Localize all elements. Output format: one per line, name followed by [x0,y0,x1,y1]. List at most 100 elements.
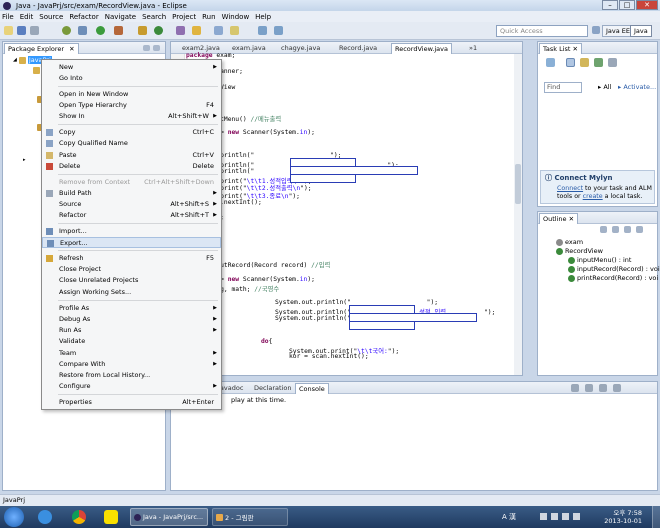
maximize-button[interactable]: □ [619,0,635,10]
ie-icon[interactable] [38,510,52,524]
hide-fields-icon[interactable] [612,226,619,233]
categorized-icon[interactable] [566,58,575,67]
close-icon[interactable]: ✕ [569,215,574,223]
skip-icon[interactable] [78,26,87,35]
tray-network-icon[interactable] [551,513,558,520]
save-icon[interactable] [17,26,26,35]
context-menu-item-export[interactable]: Export... [42,237,221,248]
system-clock[interactable]: 오후 7:58 2013-10-01 [604,509,642,525]
new-package-icon[interactable] [138,26,147,35]
new-icon[interactable] [4,26,13,35]
close-icon[interactable]: ✕ [573,45,578,53]
console-clear-icon[interactable] [571,384,579,392]
edit-icon[interactable] [214,26,223,35]
context-menu-item-restore-from-local-history[interactable]: Restore from Local History... [42,370,221,381]
mylyn-create-link[interactable]: create [583,193,603,200]
tray-flag-icon[interactable] [540,513,547,520]
new-task-icon[interactable] [546,58,555,67]
menu-window[interactable]: Window [222,13,250,21]
tray-battery-icon[interactable] [573,513,580,520]
expand-arrow-icon[interactable]: ◢ [13,57,17,63]
outline-item[interactable]: inputMenu() : int [568,256,631,264]
tab-outline[interactable]: Outline ✕ [539,213,579,224]
context-menu-item-new[interactable]: New ▶ [42,62,221,73]
back-icon[interactable] [258,26,267,35]
context-menu-item-close-unrelated-projects[interactable]: Close Unrelated Projects [42,275,221,286]
ime-indicator[interactable]: A 漢 [502,512,516,522]
context-menu-item-show-in[interactable]: Show In Alt+Shift+W ▶ [42,111,221,122]
editor-scroll-thumb[interactable] [515,164,521,204]
console-open-icon[interactable] [613,384,621,392]
context-menu-item-profile-as[interactable]: Profile As ▶ [42,303,221,314]
annotation-icon[interactable] [230,26,239,35]
context-menu-item-go-into[interactable]: Go Into [42,73,221,84]
menu-navigate[interactable]: Navigate [105,13,136,21]
editor-tab[interactable]: Record.java [336,43,380,54]
run-icon[interactable] [96,26,105,35]
show-desktop-button[interactable] [652,506,660,528]
forward-icon[interactable] [274,26,283,35]
task-find-input[interactable]: Find [544,82,582,93]
context-menu-item-import[interactable]: Import... [42,226,221,237]
tab-console[interactable]: Console [295,383,329,394]
tab-task-list[interactable]: Task List ✕ [539,43,582,54]
scheduled-icon[interactable] [580,58,589,67]
tab-package-explorer[interactable]: Package Explorer ✕ [4,43,79,54]
context-menu-item-open-in-new-window[interactable]: Open in New Window [42,89,221,100]
context-menu-item-copy-qualified-name[interactable]: Copy Qualified Name [42,138,221,149]
context-menu-item-refactor[interactable]: Refactor Alt+Shift+T ▶ [42,210,221,221]
taskbar-eclipse-button[interactable]: Java - JavaPrj/src... [130,508,208,526]
menu-edit[interactable]: Edit [20,13,34,21]
menu-run[interactable]: Run [202,13,215,21]
context-menu-item-paste[interactable]: Paste Ctrl+V [42,150,221,161]
mylyn-connect-link[interactable]: Connect [557,185,583,192]
hide-completed-icon[interactable] [594,58,603,67]
menu-refactor[interactable]: Refactor [69,13,98,21]
task-filter-all[interactable]: ▸ All [598,83,611,91]
outline-item[interactable]: RecordView [556,247,603,255]
context-menu-item-source[interactable]: Source Alt+Shift+S ▶ [42,199,221,210]
print-icon[interactable] [30,26,39,35]
editor-scrollbar[interactable] [514,54,522,375]
context-menu-item-team[interactable]: Team ▶ [42,348,221,359]
context-menu-item-delete[interactable]: Delete Delete [42,161,221,172]
hide-nonpublic-icon[interactable] [636,226,643,233]
external-tools-icon[interactable] [114,26,123,35]
menu-source[interactable]: Source [39,13,63,21]
close-button[interactable]: ✕ [636,0,658,10]
chrome-icon[interactable] [72,510,86,524]
start-button[interactable] [4,507,24,527]
kakaotalk-icon[interactable] [104,510,118,524]
search-icon[interactable] [192,26,201,35]
outline-item[interactable]: exam [556,238,583,246]
context-menu-item-assign-working-sets[interactable]: Assign Working Sets... [42,287,221,298]
sort-icon[interactable] [600,226,607,233]
outline-item[interactable]: inputRecord(Record) : voi [568,265,660,273]
context-menu-item-build-path[interactable]: Build Path ▶ [42,188,221,199]
tray-volume-icon[interactable] [562,513,569,520]
menu-search[interactable]: Search [142,13,166,21]
minimize-view-icon[interactable] [143,45,150,51]
context-menu-item-compare-with[interactable]: Compare With ▶ [42,359,221,370]
collapse-all-icon[interactable] [608,58,617,67]
minimize-button[interactable]: – [602,0,618,10]
editor-tab[interactable]: chagye.java [278,43,323,54]
editor-tab[interactable]: »1 [466,43,480,54]
context-menu-item-properties[interactable]: Properties Alt+Enter [42,397,221,408]
context-menu-item-open-type-hierarchy[interactable]: Open Type Hierarchy F4 [42,100,221,111]
outline-item[interactable]: printRecord(Record) : voi [568,274,658,282]
hide-static-icon[interactable] [624,226,631,233]
open-perspective-icon[interactable] [592,26,600,34]
collapse-arrow-icon[interactable]: ▸ [23,157,26,163]
open-type-icon[interactable] [176,26,185,35]
context-menu-item-run-as[interactable]: Run As ▶ [42,325,221,336]
context-menu-item-configure[interactable]: Configure ▶ [42,381,221,392]
task-activate-link[interactable]: ▸ Activate... [618,83,656,91]
new-class-icon[interactable] [154,26,163,35]
editor-tab[interactable]: RecordView.java [391,43,452,54]
close-icon[interactable]: ✕ [69,45,74,53]
taskbar-paint-button[interactable]: 2 - 그림판 [212,508,288,526]
tab-declaration[interactable]: Declaration [251,383,294,394]
menu-project[interactable]: Project [172,13,196,21]
context-menu-item-close-project[interactable]: Close Project [42,264,221,275]
